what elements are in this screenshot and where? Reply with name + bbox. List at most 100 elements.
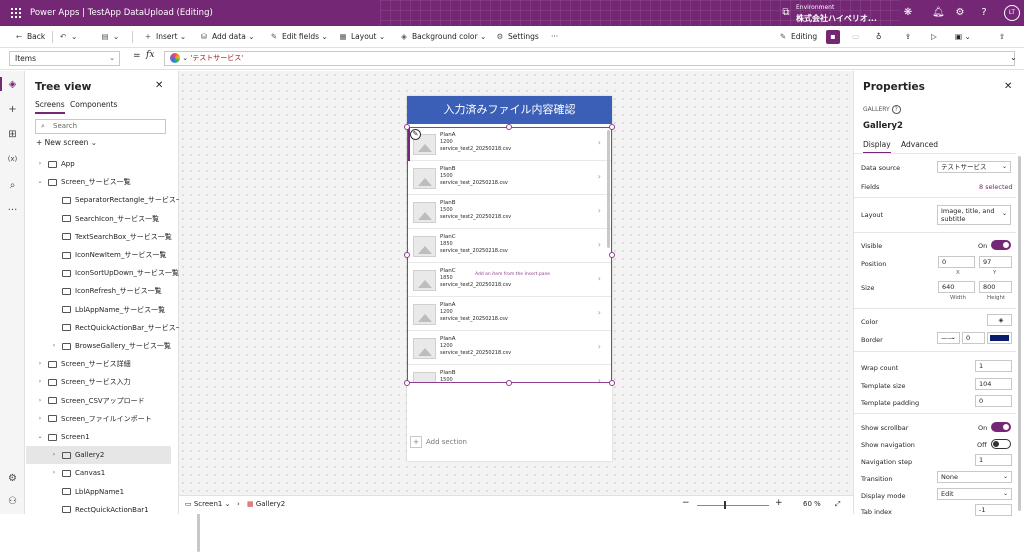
data-source-dropdown[interactable]: テストサービス ⌄ bbox=[937, 161, 1011, 173]
position-x-input[interactable]: 0 bbox=[938, 256, 975, 268]
chevron-right-icon[interactable]: › bbox=[598, 274, 601, 283]
transition-dropdown[interactable]: None ⌄ bbox=[937, 471, 1012, 483]
gallery-title[interactable]: PlanC bbox=[440, 234, 456, 240]
navigation-step-input[interactable]: 1 bbox=[975, 454, 1012, 466]
resize-handle[interactable] bbox=[404, 124, 410, 130]
chevron-down-icon[interactable]: ⌄ bbox=[36, 428, 44, 446]
background-color-button[interactable]: ◈ Background color ⌄ bbox=[399, 31, 486, 43]
gallery-file[interactable]: service_test2_20250218.csv bbox=[440, 350, 511, 356]
help-icon[interactable]: ? bbox=[978, 7, 990, 19]
gallery-item[interactable]: PlanC 1850 service_test2_20250218.csv › bbox=[408, 264, 611, 297]
gallery-scrollbar[interactable] bbox=[607, 130, 610, 248]
gallery-item[interactable]: PlanA 1200 service_test2_20250218.csv › bbox=[408, 128, 611, 161]
image-placeholder-icon[interactable] bbox=[413, 270, 436, 291]
notifications-icon[interactable]: 🔔︎ bbox=[932, 7, 945, 19]
chevron-right-icon[interactable]: › bbox=[598, 206, 601, 215]
gallery-item[interactable]: PlanC 1850 service_test_20250218.csv › bbox=[408, 230, 611, 263]
environment-name[interactable]: 株式会社ハイペリオ... bbox=[796, 13, 886, 24]
resize-handle[interactable] bbox=[609, 380, 615, 386]
tree-node[interactable]: LblAppName1 bbox=[26, 483, 171, 501]
gallery-title[interactable]: PlanA bbox=[440, 302, 455, 308]
zoom-slider[interactable] bbox=[697, 505, 769, 506]
gallery-file[interactable]: service_test_20250218.csv bbox=[440, 316, 508, 322]
screen1-preview[interactable]: 入力済みファイル内容確認 PlanA 1200 service_test2_2025… bbox=[404, 96, 615, 461]
chevron-down-icon[interactable]: ⌄ bbox=[36, 173, 44, 191]
tree-node[interactable]: ⌄ Screen_サービス一覧 bbox=[26, 173, 171, 191]
close-icon[interactable]: ✕ bbox=[155, 80, 163, 91]
tree-node[interactable]: › Screen_サービス入力 bbox=[26, 373, 171, 391]
border-style-dropdown[interactable]: —— ⌄ bbox=[937, 332, 960, 344]
resize-handle[interactable] bbox=[506, 380, 512, 386]
comments-toggle-icon[interactable]: ▪ bbox=[826, 30, 840, 44]
fields-edit-link[interactable]: 8 selected bbox=[979, 183, 1013, 191]
gallery-value[interactable]: 1200 bbox=[440, 309, 453, 315]
add-data-button[interactable]: ⛁ Add data ⌄ bbox=[199, 31, 255, 43]
chevron-right-icon[interactable]: › bbox=[598, 172, 601, 181]
wrap-count-input[interactable]: 1 bbox=[975, 360, 1012, 372]
screen-header-label[interactable]: 入力済みファイル内容確認 bbox=[407, 96, 612, 124]
tree-node[interactable]: IconRefresh_サービス一覧 bbox=[26, 282, 171, 300]
height-input[interactable]: 800 bbox=[979, 281, 1012, 293]
publish-icon[interactable]: ⇧ bbox=[999, 31, 1005, 43]
image-placeholder-icon[interactable] bbox=[413, 338, 436, 359]
settings-icon[interactable]: ⚙ bbox=[6, 472, 19, 485]
gallery-title[interactable]: PlanA bbox=[440, 336, 455, 342]
property-selector[interactable]: Items ⌄ bbox=[9, 51, 120, 66]
data-table-icon[interactable]: ⊞ bbox=[6, 128, 19, 141]
tree-node[interactable]: › Canvas1 bbox=[26, 464, 171, 482]
chevron-right-icon[interactable]: › bbox=[598, 376, 601, 382]
chevron-right-icon[interactable]: › bbox=[36, 373, 44, 391]
app-checker-icon[interactable]: ♁ bbox=[876, 31, 882, 43]
formula-input[interactable]: ⌄ 'テストサービス' bbox=[164, 51, 1015, 66]
tree-node[interactable]: RectQuickActionBar1 bbox=[26, 501, 171, 519]
resize-handle[interactable] bbox=[609, 124, 615, 130]
chevron-right-icon[interactable]: › bbox=[36, 392, 44, 410]
tree-node[interactable]: SeparatorRectangle_サービス一覧 bbox=[26, 191, 190, 209]
edit-fields-button[interactable]: ✎ Edit fields ⌄ bbox=[269, 31, 328, 43]
add-section-button[interactable]: + Add section bbox=[410, 436, 467, 448]
tree-node[interactable]: RectQuickActionBar_サービス一覧 bbox=[26, 319, 190, 337]
control-name[interactable]: Gallery2 bbox=[863, 121, 903, 131]
back-button[interactable]: ← Back bbox=[14, 31, 45, 43]
tab-display[interactable]: Display bbox=[863, 140, 891, 154]
tree-node[interactable]: › Screen_CSVアップロード bbox=[26, 392, 171, 410]
gallery-title[interactable]: PlanB bbox=[440, 370, 455, 376]
layout-button[interactable]: ▦ Layout ⌄ bbox=[338, 31, 385, 43]
gallery-file[interactable]: service_test2_20250218.csv bbox=[440, 214, 511, 220]
zoom-in-button[interactable]: + bbox=[775, 498, 783, 508]
gallery-file[interactable]: service_test2_20250218.csv bbox=[440, 282, 511, 288]
user-icon[interactable]: ⚇ bbox=[6, 495, 19, 508]
gallery-item[interactable]: PlanA 1200 service_test_20250218.csv › bbox=[408, 298, 611, 331]
image-placeholder-icon[interactable] bbox=[413, 304, 436, 325]
gallery-value[interactable]: 1850 bbox=[440, 275, 453, 281]
gallery-value[interactable]: 1200 bbox=[440, 343, 453, 349]
properties-scrollbar[interactable] bbox=[1018, 156, 1021, 511]
close-icon[interactable]: ✕ bbox=[1004, 81, 1012, 92]
visible-toggle[interactable] bbox=[991, 240, 1011, 250]
gallery-value[interactable]: 1200 bbox=[440, 139, 453, 145]
resize-handle[interactable] bbox=[404, 252, 410, 258]
environment-icon[interactable]: ⧉ bbox=[780, 7, 792, 19]
preview-play-icon[interactable]: ▷ bbox=[931, 31, 937, 43]
resize-handle[interactable] bbox=[506, 124, 512, 130]
search-icon[interactable]: ⌕ bbox=[6, 179, 19, 192]
insert-button[interactable]: + Insert ⌄ bbox=[143, 31, 186, 43]
comment-icon[interactable]: ▭ bbox=[852, 31, 859, 43]
resize-handle[interactable] bbox=[609, 252, 615, 258]
tree-view-layers-icon[interactable]: ◈ bbox=[6, 78, 19, 91]
more-commands-button[interactable]: ··· bbox=[551, 31, 558, 43]
tree-search-input[interactable]: ⌕ Search bbox=[35, 119, 166, 134]
fill-color-picker[interactable]: ◈ bbox=[987, 314, 1012, 326]
info-icon[interactable]: ? bbox=[891, 105, 901, 114]
image-placeholder-icon[interactable] bbox=[413, 372, 436, 382]
chevron-right-icon[interactable]: › bbox=[50, 337, 58, 355]
chevron-right-icon[interactable]: › bbox=[598, 240, 601, 249]
image-placeholder-icon[interactable] bbox=[413, 236, 436, 257]
tree-node[interactable]: IconNewItem_サービス一覧 bbox=[26, 246, 171, 264]
tree-node[interactable]: › App bbox=[26, 155, 171, 173]
resize-handle[interactable] bbox=[404, 380, 410, 386]
control-breadcrumb[interactable]: › bbox=[237, 500, 240, 508]
chevron-right-icon[interactable]: › bbox=[598, 308, 601, 317]
undo-button[interactable]: ↶ ⌄ bbox=[58, 31, 77, 43]
show-scrollbar-toggle[interactable] bbox=[991, 422, 1011, 432]
